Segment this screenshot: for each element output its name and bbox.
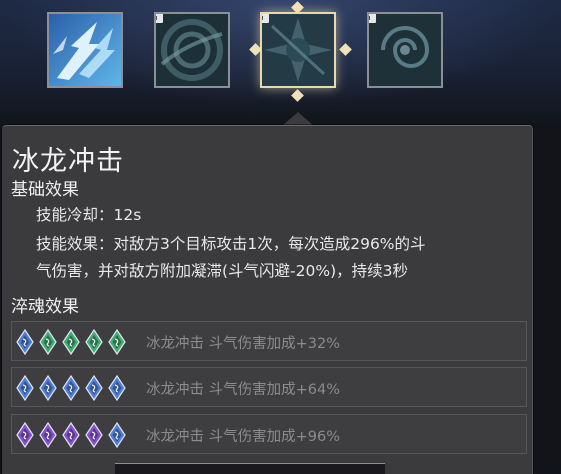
skill-slot-2[interactable]: [154, 12, 230, 88]
soul-tier-row: 冰龙冲击 斗气伤害加成+96%: [11, 414, 527, 454]
base-effect-heading: 基础效果: [11, 180, 79, 200]
skill-slot-4[interactable]: [367, 12, 443, 88]
green-gem-icon: [62, 329, 80, 355]
cyclone-skill-icon: [369, 14, 441, 86]
green-gem-icon: [85, 329, 103, 355]
lock-icon: [156, 14, 163, 23]
blue-gem-icon: [108, 422, 126, 448]
skill-title: 冰龙冲击: [12, 146, 124, 177]
skill-slot-ice-dragon-strike[interactable]: [47, 12, 123, 88]
bottom-frame-edge: [115, 463, 385, 474]
ice-dragon-strike-icon: [49, 14, 121, 86]
background-right-edge: [532, 125, 561, 473]
blue-gem-icon: [85, 375, 103, 401]
soul-tier-row: 冰龙冲击 斗气伤害加成+64%: [11, 367, 527, 407]
tier-effect-text: 冰龙冲击 斗气伤害加成+32%: [146, 336, 340, 352]
vortex-skill-icon: [262, 14, 334, 86]
effect-text-line2: 气伤害，并对敌方附加凝滞(斗气闪避-20%)，持续3秒: [36, 262, 409, 280]
blue-gem-icon: [16, 375, 34, 401]
green-gem-icon: [108, 329, 126, 355]
blue-gem-icon: [108, 375, 126, 401]
effect-text-line1: 技能效果：对敌方3个目标攻击1次，每次造成296%的斗: [36, 235, 426, 253]
purple-gem-icon: [39, 422, 57, 448]
blue-gem-icon: [62, 375, 80, 401]
blue-gem-icon: [16, 329, 34, 355]
tier-effect-text: 冰龙冲击 斗气伤害加成+64%: [146, 382, 340, 398]
whirlwind-skill-icon: [156, 14, 228, 86]
tooltip-pointer: [282, 112, 314, 126]
lock-icon: [262, 14, 269, 23]
soul-quench-heading: 淬魂效果: [11, 297, 79, 317]
green-gem-icon: [39, 329, 57, 355]
purple-gem-icon: [85, 422, 103, 448]
lock-icon: [369, 14, 376, 23]
purple-gem-icon: [16, 422, 34, 448]
purple-gem-icon: [62, 422, 80, 448]
soul-tier-row: 冰龙冲击 斗气伤害加成+32%: [11, 321, 527, 361]
skill-slot-3[interactable]: [260, 12, 336, 88]
blue-gem-icon: [39, 375, 57, 401]
tier-effect-text: 冰龙冲击 斗气伤害加成+96%: [146, 429, 340, 445]
cooldown-text: 技能冷却：12s: [36, 206, 142, 224]
